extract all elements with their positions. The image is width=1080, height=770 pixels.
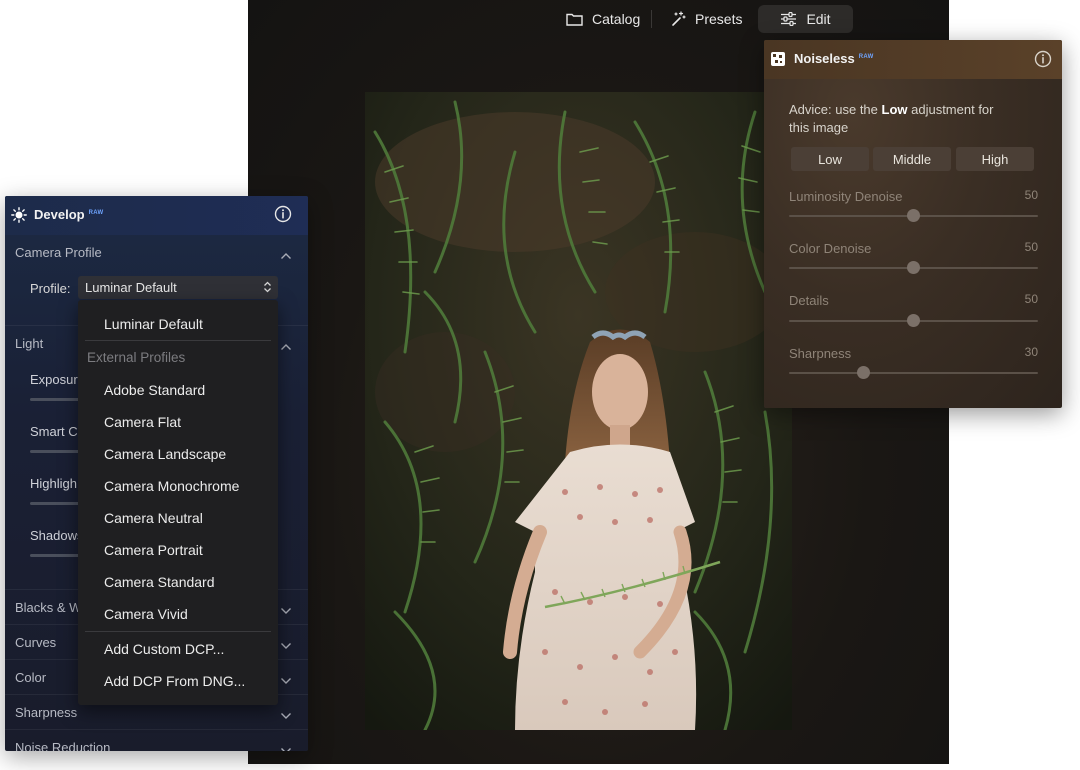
slider-label-shadows: Shadows	[30, 528, 84, 543]
slider-label-exposure: Exposure	[30, 372, 85, 387]
advice-strong: Low	[881, 102, 908, 117]
develop-panel-header: Develop RAW	[5, 196, 308, 235]
menu-divider	[85, 631, 271, 632]
profile-select[interactable]: Luminar Default	[78, 276, 278, 299]
raw-badge: RAW	[858, 53, 874, 60]
slider-label-highlights: Highligh	[30, 476, 77, 491]
section-curves-label: Curves	[15, 635, 57, 650]
menu-divider	[85, 340, 271, 341]
tab-divider	[651, 10, 652, 28]
menu-item-camera-landscape[interactable]: Camera Landscape	[104, 446, 226, 462]
slider-sharpness[interactable]	[789, 372, 1038, 374]
high-button[interactable]: High	[956, 147, 1034, 171]
section-sharpness-label: Sharpness	[15, 705, 78, 720]
menu-item-camera-flat[interactable]: Camera Flat	[104, 414, 181, 430]
slider-knob[interactable]	[907, 314, 920, 327]
tab-catalog-label: Catalog	[592, 11, 641, 27]
section-noise-reduction-label: Noise Reduction	[15, 740, 111, 751]
raw-badge: RAW	[88, 209, 104, 216]
slider-knob[interactable]	[907, 209, 920, 222]
photo-canvas[interactable]	[365, 92, 792, 730]
noiseless-tool-icon	[770, 51, 786, 72]
chevron-down-icon	[280, 602, 292, 620]
menu-item-camera-portrait[interactable]: Camera Portrait	[104, 542, 203, 558]
slider-value-details: 50	[1024, 292, 1038, 306]
chevron-down-icon	[280, 707, 292, 725]
section-blacks-whites-label: Blacks & W	[15, 600, 82, 615]
noiseless-title: Noiseless RAW	[794, 51, 874, 66]
menu-item-add-dcp-from-dng[interactable]: Add DCP From DNG...	[104, 673, 245, 689]
magic-wand-icon	[670, 11, 686, 27]
menu-item-camera-monochrome[interactable]: Camera Monochrome	[104, 478, 239, 494]
slider-label-sharpness: Sharpness	[789, 346, 852, 361]
section-color-label: Color	[15, 670, 47, 685]
noiseless-panel-header: Noiseless RAW	[764, 40, 1062, 79]
chevron-down-icon	[280, 742, 292, 751]
slider-label-luminosity-denoise: Luminosity Denoise	[789, 189, 903, 204]
top-toolbar: Catalog Presets Edit	[248, 0, 949, 40]
sun-icon	[11, 207, 27, 228]
slider-label-smart-contrast: Smart Co	[30, 424, 85, 439]
menu-heading-external-profiles: External Profiles	[87, 350, 186, 365]
section-noise-reduction[interactable]: Noise Reduction	[5, 729, 308, 751]
profile-label: Profile:	[30, 281, 71, 296]
advice-prefix: Advice: use the	[789, 102, 882, 117]
noiseless-title-text: Noiseless	[794, 51, 855, 66]
menu-item-camera-standard[interactable]: Camera Standard	[104, 574, 215, 590]
tab-presets-label: Presets	[695, 11, 743, 27]
slider-value-sharpness: 30	[1024, 345, 1038, 359]
chevron-up-icon	[280, 338, 292, 356]
chevron-down-icon	[280, 672, 292, 690]
noiseless-panel: Noiseless RAW Advice: use the Low adjustm…	[764, 40, 1062, 408]
tab-edit-label: Edit	[806, 11, 831, 27]
develop-title-text: Develop	[34, 207, 85, 222]
info-icon[interactable]	[274, 205, 292, 223]
sliders-icon	[780, 12, 797, 26]
middle-button[interactable]: Middle	[873, 147, 951, 171]
menu-item-add-custom-dcp[interactable]: Add Custom DCP...	[104, 641, 224, 657]
select-arrows-icon	[263, 281, 272, 296]
slider-knob[interactable]	[907, 261, 920, 274]
menu-item-camera-vivid[interactable]: Camera Vivid	[104, 606, 188, 622]
section-camera-profile-label: Camera Profile	[15, 245, 102, 260]
chevron-down-icon	[280, 637, 292, 655]
slider-label-color-denoise: Color Denoise	[789, 241, 872, 256]
slider-knob[interactable]	[857, 366, 871, 379]
develop-title: Develop RAW	[34, 207, 103, 222]
section-camera-profile[interactable]: Camera Profile	[5, 235, 308, 270]
menu-item-luminar-default[interactable]: Luminar Default	[104, 316, 203, 332]
profile-dropdown-menu: Luminar Default External Profiles Adobe …	[78, 300, 278, 705]
slider-value-luminosity-denoise: 50	[1024, 188, 1038, 202]
folder-icon	[566, 12, 583, 26]
advice-text: Advice: use the Low adjustment for this …	[789, 101, 1009, 137]
tab-catalog[interactable]: Catalog	[554, 5, 652, 33]
slider-label-details: Details	[789, 293, 829, 308]
section-light-label: Light	[15, 336, 44, 351]
tab-presets[interactable]: Presets	[658, 5, 754, 33]
menu-item-camera-neutral[interactable]: Camera Neutral	[104, 510, 203, 526]
slider-value-color-denoise: 50	[1024, 240, 1038, 254]
low-button[interactable]: Low	[791, 147, 869, 171]
chevron-up-icon	[280, 247, 292, 265]
portrait-photo	[365, 92, 792, 730]
profile-select-value: Luminar Default	[85, 280, 177, 295]
info-icon[interactable]	[1034, 50, 1052, 68]
tab-edit[interactable]: Edit	[758, 5, 853, 33]
menu-item-adobe-standard[interactable]: Adobe Standard	[104, 382, 205, 398]
